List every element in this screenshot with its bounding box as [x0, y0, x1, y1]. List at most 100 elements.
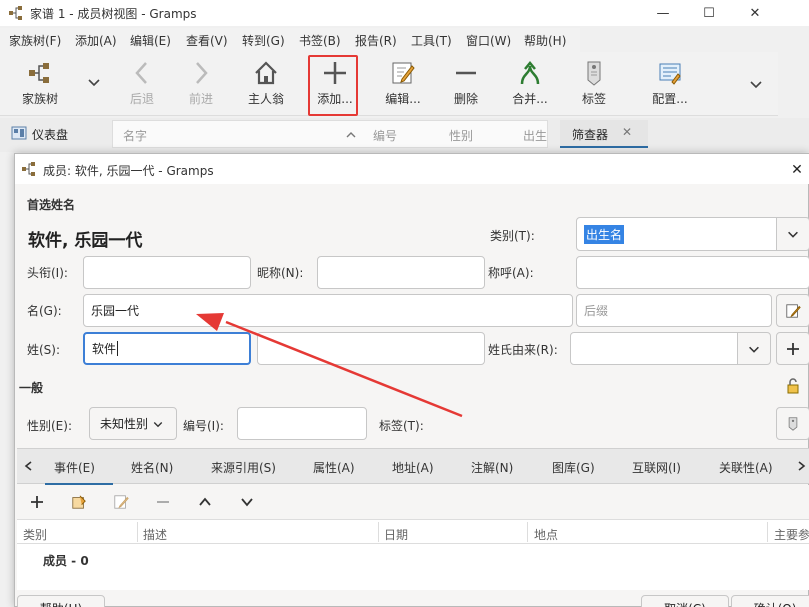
tab-citations[interactable]: 来源引用(S) [211, 459, 276, 476]
events-toolbar [17, 485, 809, 519]
merge-button[interactable]: 合并... [498, 60, 562, 112]
home-button[interactable]: 主人翁 [234, 60, 298, 112]
column-gender[interactable]: 性别 [449, 127, 473, 144]
cancel-button[interactable]: 取消(C) [641, 595, 729, 607]
forward-button[interactable]: 前进 [169, 60, 233, 112]
type-label: 类别(T): [490, 229, 535, 243]
edit-name-button[interactable] [776, 294, 809, 327]
events-column-main-participant[interactable]: 主要参 [774, 526, 809, 543]
surname-value: 软件 [92, 342, 117, 356]
chevron-down-icon [750, 81, 762, 89]
plus-icon [31, 496, 43, 508]
menu-help[interactable]: 帮助(H) [524, 32, 566, 49]
id-input[interactable] [237, 407, 367, 440]
surname-origin-dropdown[interactable] [737, 332, 771, 365]
filter-tab-label: 筛查器 [572, 128, 609, 142]
nickname-input[interactable] [317, 256, 485, 289]
general-heading: 一般 [19, 381, 44, 395]
surname-prefix-input[interactable] [257, 332, 485, 365]
column-birth[interactable]: 出生 [523, 127, 547, 144]
menu-add[interactable]: 添加(A) [75, 32, 117, 49]
chevron-down-icon [88, 79, 100, 87]
chevron-down-icon [749, 346, 759, 353]
home-label: 主人翁 [247, 92, 284, 106]
ok-button[interactable]: 确认(O) [731, 595, 809, 607]
move-up-button[interactable] [193, 491, 217, 513]
share-event-button[interactable] [67, 491, 91, 513]
tab-attributes[interactable]: 属性(A) [313, 459, 355, 476]
chevron-down-icon [241, 498, 253, 507]
tags-button[interactable]: 标签 [562, 60, 626, 112]
menu-family-tree[interactable]: 家族树(F) [9, 32, 61, 49]
given-name-label: 名(G): [27, 304, 62, 318]
home-icon [255, 61, 277, 85]
tab-events[interactable]: 事件(E) [54, 459, 95, 476]
move-down-button[interactable] [235, 491, 259, 513]
main-window-title: 家谱 1 - 成员树视图 - Gramps [30, 7, 197, 21]
menu-bookmarks[interactable]: 书签(B) [299, 32, 341, 49]
chevron-left-icon[interactable] [23, 460, 35, 472]
gramps-tree-icon [22, 162, 35, 176]
main-toolbar: 家族树 后退 前进 主人翁 添加... 编辑... 删除 合并... 标签 配置… [0, 52, 778, 116]
family-tree-dropdown[interactable] [86, 74, 102, 90]
events-table-body: 成员 - 0 [17, 544, 809, 590]
edit-icon [392, 62, 415, 84]
gender-combo[interactable]: 未知性别 [89, 407, 177, 440]
family-tree-button[interactable]: 家族树 [8, 60, 72, 112]
name-type-dropdown[interactable] [776, 217, 809, 251]
title-input[interactable] [83, 256, 251, 289]
column-id[interactable]: 编号 [373, 127, 397, 144]
filter-sidebar-tab[interactable]: 筛查器 ✕ [560, 120, 648, 148]
tab-notes[interactable]: 注解(N) [471, 459, 513, 476]
edit-tags-button[interactable] [776, 407, 809, 440]
family-tree-label: 家族树 [21, 92, 58, 106]
menu-view[interactable]: 查看(V) [186, 32, 228, 49]
column-name[interactable]: 名字 [123, 127, 147, 144]
tab-associations[interactable]: 关联性(A) [719, 459, 773, 476]
merge-icon [520, 61, 540, 85]
tab-addresses[interactable]: 地址(A) [392, 459, 434, 476]
given-name-input[interactable]: 乐园一代 [83, 294, 573, 327]
tags-label: 标签 [581, 92, 606, 106]
events-column-date[interactable]: 日期 [384, 526, 408, 543]
suffix-input[interactable]: 后缀 [576, 294, 772, 327]
back-button[interactable]: 后退 [110, 60, 174, 112]
menu-go[interactable]: 转到(G) [242, 32, 285, 49]
surname-input[interactable]: 软件 [83, 332, 251, 365]
chevron-right-icon[interactable] [795, 460, 807, 472]
tab-names[interactable]: 姓名(N) [131, 459, 173, 476]
privacy-lock-icon[interactable] [785, 377, 803, 395]
close-icon[interactable]: ✕ [622, 125, 632, 139]
dialog-close-button[interactable]: ✕ [784, 158, 809, 182]
toolbar-overflow[interactable] [748, 76, 764, 92]
events-group-row[interactable]: 成员 - 0 [43, 552, 89, 569]
tab-internet[interactable]: 互联网(I) [632, 459, 681, 476]
chevron-left-icon [135, 62, 147, 84]
menu-edit[interactable]: 编辑(E) [130, 32, 171, 49]
events-column-type[interactable]: 类别 [23, 526, 47, 543]
maximize-button[interactable]: ☐ [686, 0, 732, 26]
call-name-input[interactable] [576, 256, 809, 289]
menu-reports[interactable]: 报告(R) [355, 32, 397, 49]
dialog-title: 成员: 软件, 乐园一代 - Gramps [43, 164, 214, 178]
menu-window[interactable]: 窗口(W) [466, 32, 511, 49]
events-column-place[interactable]: 地点 [534, 526, 558, 543]
close-button[interactable]: ✕ [732, 0, 778, 26]
config-button[interactable]: 配置... [638, 60, 702, 112]
tab-gallery[interactable]: 图库(G) [552, 459, 595, 476]
add-event-button[interactable] [25, 491, 49, 513]
help-button[interactable]: 帮助(H) [17, 595, 105, 607]
minimize-button[interactable]: — [640, 0, 686, 26]
surname-origin-combo[interactable] [570, 332, 738, 365]
add-surname-button[interactable] [776, 332, 809, 365]
dialog-titlebar: 成员: 软件, 乐园一代 - Gramps ✕ [15, 154, 809, 184]
sidebar-item-dashboard[interactable]: 仪表盘 [32, 126, 68, 143]
events-column-description[interactable]: 描述 [143, 526, 167, 543]
remove-event-button[interactable] [151, 491, 175, 513]
suffix-placeholder: 后缀 [584, 304, 609, 318]
delete-button[interactable]: 删除 [434, 60, 498, 112]
name-type-combo[interactable]: 出生名 [576, 217, 778, 251]
edit-button[interactable]: 编辑... [371, 60, 435, 112]
menu-tools[interactable]: 工具(T) [411, 32, 452, 49]
edit-event-button[interactable] [109, 491, 133, 513]
